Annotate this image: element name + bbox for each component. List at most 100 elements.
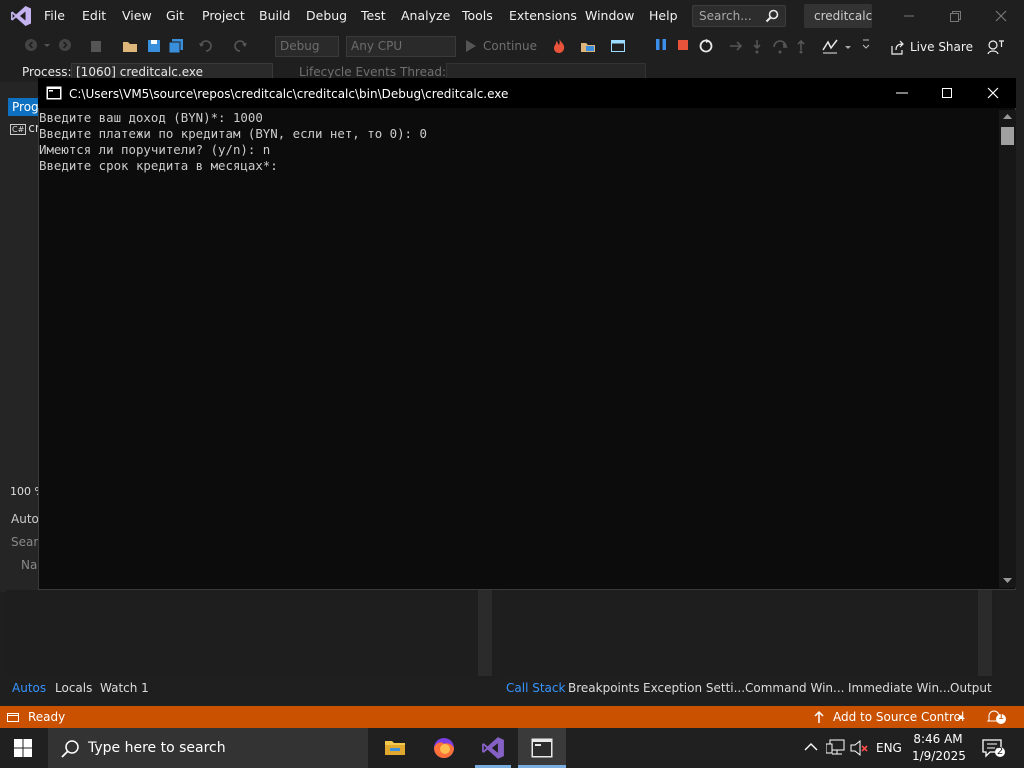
menu-build[interactable]: Build xyxy=(259,8,290,23)
menu-analyze[interactable]: Analyze xyxy=(401,8,450,23)
tab-output[interactable]: Output xyxy=(950,681,992,695)
clock-date[interactable]: 1/9/2025 xyxy=(912,749,966,763)
csharp-file-icon: C# xyxy=(10,124,27,135)
process-label: Process: xyxy=(22,65,72,79)
solution-platform-select[interactable]: Any CPU xyxy=(346,36,456,57)
application-window-icon[interactable] xyxy=(610,38,626,54)
windows-start-icon[interactable] xyxy=(14,739,32,757)
show-next-statement-icon[interactable] xyxy=(728,38,744,54)
tab-watch-1[interactable]: Watch 1 xyxy=(100,681,149,695)
thread-label: Thread: xyxy=(400,65,447,79)
input-language[interactable]: ENG xyxy=(876,741,902,755)
save-all-icon[interactable] xyxy=(168,38,184,54)
navigate-forward-icon[interactable] xyxy=(58,38,72,52)
toolbar-overflow-icon[interactable] xyxy=(844,44,852,54)
tab-locals[interactable]: Locals xyxy=(55,681,92,695)
stop-debugging-icon[interactable] xyxy=(677,38,689,52)
console-line: Введите ваш доход (BYN)*: 1000 xyxy=(39,110,263,125)
console-output[interactable]: Введите ваш доход (BYN)*: 1000 Введите п… xyxy=(39,110,999,174)
new-item-icon[interactable] xyxy=(88,38,104,54)
visual-studio-icon xyxy=(482,737,504,759)
vs-search-box[interactable]: Search... xyxy=(692,5,786,27)
arrow-up-icon xyxy=(813,710,825,724)
search-icon xyxy=(61,740,79,758)
toolbar-options-chevron-icon[interactable] xyxy=(862,38,870,52)
toolbox-icon[interactable] xyxy=(580,38,596,54)
taskbar-search-box[interactable]: Type here to search xyxy=(48,728,368,768)
status-ready-icon xyxy=(6,710,20,724)
hot-reload-icon[interactable] xyxy=(552,38,566,54)
menu-edit[interactable]: Edit xyxy=(82,8,106,23)
diagnostic-tools-icon[interactable] xyxy=(822,38,838,54)
tab-call-stack[interactable]: Call Stack xyxy=(506,681,565,695)
chevron-up-icon[interactable] xyxy=(957,714,965,720)
autos-window-body xyxy=(6,590,494,678)
restart-icon[interactable] xyxy=(698,38,714,54)
console-close-icon[interactable] xyxy=(983,83,1003,103)
scroll-down-arrow-icon[interactable] xyxy=(1003,577,1012,584)
solution-name-badge[interactable]: creditcalc xyxy=(804,4,872,28)
solution-name: creditcalc xyxy=(814,9,873,23)
menu-tools[interactable]: Tools xyxy=(462,8,493,23)
taskbar-visual-studio[interactable] xyxy=(469,728,517,768)
console-line: Введите срок кредита в месяцах*: xyxy=(39,158,278,173)
file-explorer-icon xyxy=(385,741,405,755)
step-out-icon[interactable] xyxy=(794,38,808,54)
menu-project[interactable]: Project xyxy=(202,8,245,23)
tab-autos[interactable]: Autos xyxy=(12,681,46,695)
console-scroll-thumb[interactable] xyxy=(1001,127,1014,145)
console-window-title: C:\Users\VM5\source\repos\creditcalc\cre… xyxy=(69,87,509,101)
vs-restore-icon[interactable] xyxy=(945,6,965,26)
network-icon[interactable] xyxy=(826,739,846,757)
console-maximize-icon[interactable] xyxy=(937,83,957,103)
taskbar-file-explorer[interactable] xyxy=(371,728,419,768)
solution-configuration-select[interactable]: Debug xyxy=(275,36,339,57)
volume-muted-icon[interactable] xyxy=(850,740,870,756)
menu-window[interactable]: Window xyxy=(585,8,634,23)
step-into-icon[interactable] xyxy=(750,38,764,54)
console-minimize-icon[interactable] xyxy=(892,83,912,103)
tab-exception-settings[interactable]: Exception Setti... xyxy=(643,681,745,695)
tab-breakpoints[interactable]: Breakpoints xyxy=(568,681,639,695)
call-stack-scrollbar[interactable] xyxy=(978,590,992,676)
navigate-back-icon[interactable] xyxy=(24,38,38,52)
taskbar-firefox[interactable] xyxy=(420,728,468,768)
scroll-up-arrow-icon[interactable] xyxy=(1003,113,1012,120)
break-all-pause-icon[interactable] xyxy=(655,38,667,52)
continue-play-icon[interactable] xyxy=(465,39,477,53)
program-file-tab[interactable]: Progr xyxy=(8,98,40,116)
menu-debug[interactable]: Debug xyxy=(306,8,347,23)
lifecycle-events-button[interactable]: Lifecycle Events xyxy=(299,65,396,79)
menu-file[interactable]: File xyxy=(44,8,65,23)
taskbar-console-app[interactable] xyxy=(518,728,566,768)
tab-command-window[interactable]: Command Win... xyxy=(745,681,844,695)
menu-git[interactable]: Git xyxy=(166,8,184,23)
tray-show-hidden-icon[interactable] xyxy=(804,742,818,752)
save-icon[interactable] xyxy=(146,38,162,54)
menu-help[interactable]: Help xyxy=(649,8,678,23)
menu-view[interactable]: View xyxy=(122,8,152,23)
vs-minimize-icon[interactable] xyxy=(899,6,919,26)
live-share-button[interactable]: Live Share xyxy=(910,40,973,54)
step-over-icon[interactable] xyxy=(772,38,788,54)
navigate-forward-dropdown-icon[interactable] xyxy=(42,38,52,52)
live-share-icon[interactable] xyxy=(890,40,906,56)
menu-test[interactable]: Test xyxy=(361,8,386,23)
vs-close-icon[interactable] xyxy=(991,6,1011,26)
redo-icon[interactable] xyxy=(232,38,248,54)
continue-button-label[interactable]: Continue xyxy=(483,39,537,53)
console-app-icon xyxy=(46,86,62,100)
clock-time[interactable]: 8:46 AM xyxy=(912,732,964,746)
menu-extensions[interactable]: Extensions xyxy=(509,8,577,23)
console-line: Имеются ли поручители? (y/n): n xyxy=(39,142,271,157)
undo-icon[interactable] xyxy=(198,38,214,54)
notification-center-count: 2 xyxy=(996,746,1004,757)
console-scrollbar[interactable] xyxy=(999,110,1016,588)
tab-immediate-window[interactable]: Immediate Win... xyxy=(848,681,951,695)
console-app-icon xyxy=(531,738,553,758)
account-feedback-icon[interactable] xyxy=(987,39,1005,55)
open-folder-icon[interactable] xyxy=(122,38,138,54)
autos-scrollbar[interactable] xyxy=(478,590,492,676)
add-to-source-control-button[interactable]: Add to Source Control xyxy=(833,710,964,724)
solution-item[interactable]: C# cr xyxy=(10,121,40,135)
